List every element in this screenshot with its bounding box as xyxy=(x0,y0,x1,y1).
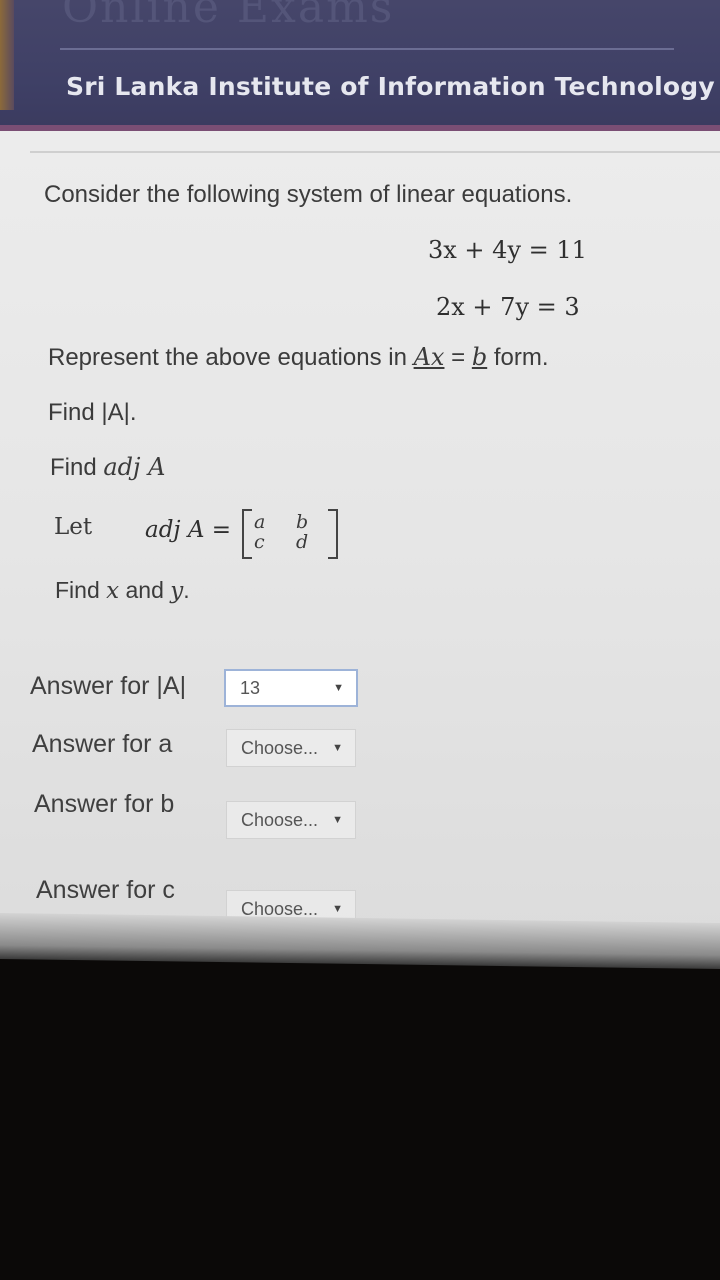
find-adjoint: Find adj A xyxy=(50,453,165,482)
header-divider xyxy=(60,48,674,50)
find-adjoint-prefix: Find xyxy=(50,454,104,481)
answer-label-det: Answer for |A| xyxy=(30,672,187,700)
page-header: Online Exams Sri Lanka Institute of Info… xyxy=(0,0,720,135)
represent-prefix: Represent the above equations in xyxy=(48,344,414,371)
find-xy-x: x xyxy=(106,578,120,604)
find-xy-y: y xyxy=(170,578,184,604)
dropdown-arrow-icon: ▼ xyxy=(332,903,343,915)
represent-suffix: form. xyxy=(487,344,549,371)
let-label: Let xyxy=(54,514,93,540)
find-xy-prefix: Find xyxy=(55,577,107,603)
dropdown-arrow-icon: ▼ xyxy=(333,682,344,694)
screen-bottom-edge xyxy=(0,912,720,970)
answer-select-det[interactable]: 13 ▼ xyxy=(224,669,358,707)
answer-select-a-value: Choose... xyxy=(241,737,319,758)
adjoint-label: adj A = xyxy=(145,517,232,543)
matrix-cell-a: a xyxy=(254,511,266,533)
matrix-cell-b: b xyxy=(296,511,309,533)
matrix-cell-d: d xyxy=(296,531,309,553)
find-xy-suffix: . xyxy=(183,577,190,603)
matrix-right-bracket xyxy=(328,509,338,559)
equation-1: 3x + 4y = 11 xyxy=(428,236,587,264)
content-divider xyxy=(30,151,720,153)
matrix-left-bracket xyxy=(242,509,252,559)
equation-2: 2x + 7y = 3 xyxy=(436,293,580,321)
answer-select-b-value: Choose... xyxy=(241,809,319,830)
represent-instruction: Represent the above equations in Ax = b … xyxy=(48,343,549,372)
question-intro: Consider the following system of linear … xyxy=(44,181,573,208)
answer-select-det-value: 13 xyxy=(240,677,261,698)
adjoint-matrix: a b c d xyxy=(242,507,338,559)
header-left-strip xyxy=(0,0,14,110)
represent-ax: Ax xyxy=(413,343,445,371)
matrix-cell-c: c xyxy=(254,531,265,553)
represent-equals: = xyxy=(444,344,472,371)
answer-label-c: Answer for c xyxy=(36,876,175,904)
find-xy-and: and xyxy=(119,577,171,603)
answer-select-a[interactable]: Choose... ▼ xyxy=(226,729,356,767)
institute-name: Sri Lanka Institute of Information Techn… xyxy=(66,72,715,101)
answer-label-b: Answer for b xyxy=(34,790,175,818)
answer-select-b[interactable]: Choose... ▼ xyxy=(226,801,356,839)
dropdown-arrow-icon: ▼ xyxy=(332,742,343,754)
site-title: Online Exams xyxy=(62,0,395,33)
dropdown-arrow-icon: ▼ xyxy=(332,814,343,826)
find-adjoint-math: adj A xyxy=(103,453,166,481)
question-panel: Consider the following system of linear … xyxy=(0,131,720,943)
represent-b: b xyxy=(471,343,488,371)
find-determinant: Find |A|. xyxy=(48,399,137,426)
answer-label-a: Answer for a xyxy=(32,730,173,758)
find-x-and-y: Find x and y. xyxy=(55,577,190,604)
